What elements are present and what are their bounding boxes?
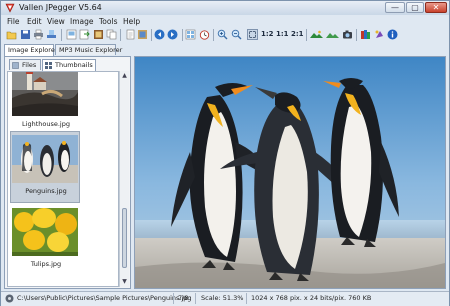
toolbar-separator	[120, 29, 121, 41]
status-dimensions: 1024 x 768 pix. x 24 bits/pix. 760 KB	[251, 294, 372, 302]
close-button[interactable]: ✕	[425, 2, 447, 13]
minimize-button[interactable]: —	[385, 2, 405, 13]
penguins-thumbnail-image	[12, 135, 78, 183]
status-scale: Scale: 51.3%	[201, 294, 244, 302]
zoom-in-icon[interactable]	[217, 29, 228, 40]
scroll-down-arrow-icon[interactable]: ▼	[121, 278, 128, 285]
save-icon[interactable]	[20, 29, 31, 40]
tab-thumbnails-label: Thumbnails	[55, 61, 93, 69]
print-icon[interactable]	[33, 29, 44, 40]
app-logo-icon	[5, 3, 15, 13]
tab-thumbnails[interactable]: Thumbnails	[42, 59, 96, 71]
thumbnail-list[interactable]: Lighthouse.jpg Penguins.jpg Tulips.jpg	[7, 71, 119, 287]
thumbnail-label: Lighthouse.jpg	[22, 120, 70, 128]
scroll-up-arrow-icon[interactable]: ▲	[121, 72, 128, 79]
tab-mp3-music-explorer[interactable]: MP3 Music Explorer	[55, 44, 122, 55]
explorer-panel: Files Thumbnails Lighthouse.jpg Penguins…	[4, 56, 131, 289]
title-bar[interactable]: Vallen JPegger V5.64 — ▢ ✕	[1, 1, 449, 15]
tab-files[interactable]: Files	[9, 59, 41, 70]
explorer-subtabs: Files Thumbnails	[5, 59, 130, 71]
contact-sheet-icon[interactable]	[185, 29, 196, 40]
zoom-1-2-button[interactable]: 1:2	[261, 29, 274, 40]
landscape-small-icon[interactable]	[326, 29, 339, 40]
thumbnails-icon	[45, 62, 52, 69]
zoom-1-1-button[interactable]: 1:1	[276, 29, 289, 40]
toolbar-separator	[151, 29, 152, 41]
toolbar-separator	[356, 29, 357, 41]
thumbnail-label: Tulips.jpg	[30, 260, 62, 268]
thumbnail-scrollbar[interactable]: ▲ ▼	[119, 71, 129, 287]
copy-icon[interactable]	[106, 29, 117, 40]
files-icon	[12, 62, 19, 69]
image-viewer[interactable]	[134, 56, 446, 289]
books-icon[interactable]	[360, 29, 371, 40]
toolbar-separator	[306, 29, 307, 41]
window-title: Vallen JPegger V5.64	[19, 3, 102, 12]
scrollbar-thumb[interactable]	[122, 208, 127, 268]
status-separator	[195, 293, 196, 304]
toolbar: 1:2 1:1 2:1	[1, 27, 449, 44]
tab-files-label: Files	[22, 61, 37, 69]
scan-icon[interactable]	[46, 29, 57, 40]
tab-image-explorer[interactable]: Image Explorer	[4, 44, 58, 56]
menu-edit[interactable]: Edit	[27, 16, 42, 27]
zoom-2-1-button[interactable]: 2:1	[291, 29, 304, 40]
menu-help[interactable]: Help	[123, 16, 140, 27]
slideshow-icon[interactable]	[93, 29, 104, 40]
lighthouse-thumbnail-image	[12, 72, 78, 116]
camera-icon[interactable]	[342, 29, 353, 40]
status-image-index: 7/8	[178, 294, 189, 302]
previous-image-icon[interactable]	[154, 29, 165, 40]
menu-image[interactable]: Image	[70, 16, 94, 27]
menu-view[interactable]: View	[47, 16, 65, 27]
document-icon[interactable]	[125, 29, 136, 40]
toolbar-separator	[182, 29, 183, 41]
info-icon[interactable]	[387, 29, 398, 40]
maximize-button[interactable]: ▢	[406, 2, 424, 13]
export-icon[interactable]	[79, 29, 90, 40]
penguins-image	[135, 57, 445, 288]
image-properties-icon[interactable]	[66, 29, 77, 40]
status-bar: C:\Users\Public\Pictures\Sample Pictures…	[1, 291, 449, 306]
menu-file[interactable]: File	[7, 16, 20, 27]
main-tabs: Image Explorer MP3 Music Explorer	[1, 44, 449, 56]
status-separator	[246, 293, 247, 304]
zoom-out-icon[interactable]	[231, 29, 242, 40]
fit-to-window-icon[interactable]	[247, 29, 258, 40]
edit-image-icon[interactable]	[137, 29, 148, 40]
menu-bar: File Edit View Image Tools Help	[1, 16, 449, 27]
timer-icon[interactable]	[199, 29, 210, 40]
next-image-icon[interactable]	[167, 29, 178, 40]
app-window: Vallen JPegger V5.64 — ▢ ✕ File Edit Vie…	[0, 0, 450, 306]
status-disk-icon	[5, 294, 14, 303]
plugin-icon[interactable]	[374, 29, 385, 40]
landscape-icon[interactable]	[310, 29, 323, 40]
toolbar-separator	[61, 29, 62, 41]
status-separator	[173, 293, 174, 304]
thumbnail-label: Penguins.jpg	[25, 187, 67, 195]
menu-tools[interactable]: Tools	[99, 16, 117, 27]
open-folder-icon[interactable]	[6, 29, 17, 40]
tulips-thumbnail-image	[12, 208, 78, 256]
toolbar-separator	[213, 29, 214, 41]
status-file-path: C:\Users\Public\Pictures\Sample Pictures…	[17, 294, 192, 302]
